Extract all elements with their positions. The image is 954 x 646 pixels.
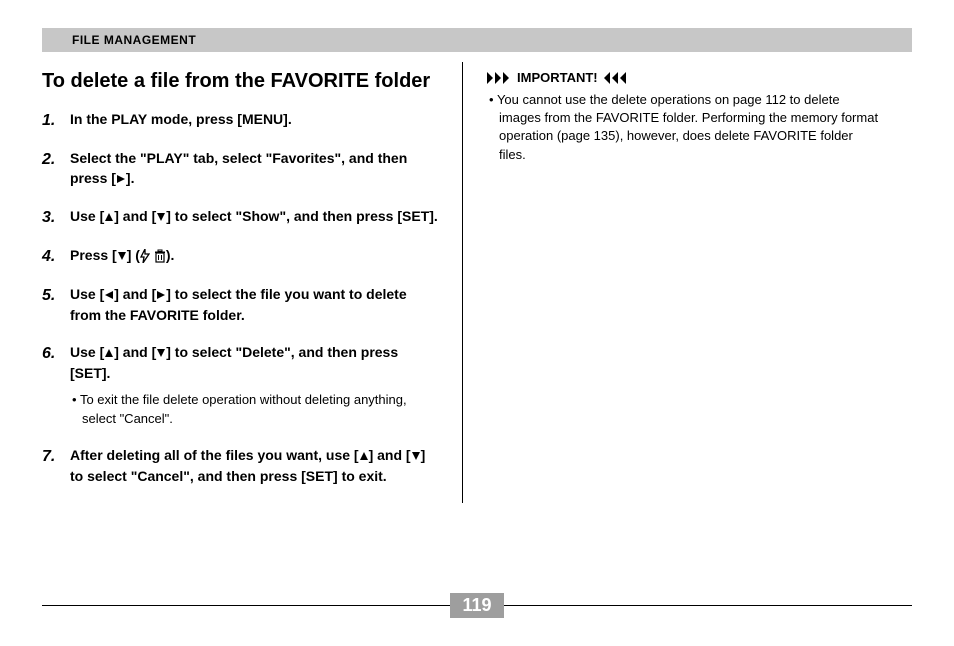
left-column: To delete a file from the FAVORITE folde… bbox=[42, 62, 462, 503]
section-header: FILE MANAGEMENT bbox=[42, 28, 912, 52]
step-item: 5.Use [] and [] to select the file you w… bbox=[42, 284, 440, 326]
step-item: 4.Press [] ( ). bbox=[42, 245, 440, 268]
trash-icon bbox=[154, 246, 166, 266]
step-body: Use [] and [] to select "Delete", and th… bbox=[70, 342, 440, 429]
callout-arrows-left-icon bbox=[604, 72, 628, 84]
step-item: 6.Use [] and [] to select "Delete", and … bbox=[42, 342, 440, 429]
step-number: 7. bbox=[42, 445, 66, 468]
step-item: 7.After deleting all of the files you wa… bbox=[42, 445, 440, 487]
up-triangle-icon bbox=[104, 207, 114, 227]
step-item: 3.Use [] and [] to select "Show", and th… bbox=[42, 206, 440, 229]
step-body: Use [] and [] to select the file you wan… bbox=[70, 284, 440, 326]
page-number: 119 bbox=[450, 593, 503, 618]
step-body: In the PLAY mode, press [MENU]. bbox=[70, 109, 440, 129]
important-callout: IMPORTANT! bbox=[487, 70, 882, 85]
step-number: 1. bbox=[42, 109, 66, 132]
down-triangle-icon bbox=[156, 343, 166, 363]
steps-list: 1.In the PLAY mode, press [MENU].2.Selec… bbox=[42, 109, 440, 487]
step-number: 4. bbox=[42, 245, 66, 268]
content-columns: To delete a file from the FAVORITE folde… bbox=[42, 62, 912, 503]
callout-arrows-right-icon bbox=[487, 72, 511, 84]
step-number: 5. bbox=[42, 284, 66, 307]
step-body: Use [] and [] to select "Show", and then… bbox=[70, 206, 440, 227]
down-triangle-icon bbox=[411, 446, 421, 466]
step-item: 1.In the PLAY mode, press [MENU]. bbox=[42, 109, 440, 132]
footer-rule-left bbox=[42, 605, 450, 606]
down-triangle-icon bbox=[156, 207, 166, 227]
step-subnote: To exit the file delete operation withou… bbox=[70, 391, 440, 429]
right-triangle-icon bbox=[156, 285, 166, 305]
left-triangle-icon bbox=[104, 285, 114, 305]
page-footer: 119 bbox=[0, 593, 954, 618]
flash-icon bbox=[140, 246, 150, 266]
step-body: Press [] ( ). bbox=[70, 245, 440, 266]
step-item: 2.Select the "PLAY" tab, select "Favorit… bbox=[42, 148, 440, 190]
right-column: IMPORTANT! You cannot use the delete ope… bbox=[462, 62, 882, 503]
up-triangle-icon bbox=[104, 343, 114, 363]
step-number: 2. bbox=[42, 148, 66, 171]
footer-rule-right bbox=[504, 605, 912, 606]
right-triangle-icon bbox=[116, 169, 126, 189]
step-body: After deleting all of the files you want… bbox=[70, 445, 440, 487]
important-note: You cannot use the delete operations on … bbox=[499, 91, 882, 164]
important-note-list: You cannot use the delete operations on … bbox=[487, 91, 882, 164]
up-triangle-icon bbox=[359, 446, 369, 466]
important-label: IMPORTANT! bbox=[517, 70, 598, 85]
step-number: 6. bbox=[42, 342, 66, 365]
page-title: To delete a file from the FAVORITE folde… bbox=[42, 68, 440, 95]
step-number: 3. bbox=[42, 206, 66, 229]
step-body: Select the "PLAY" tab, select "Favorites… bbox=[70, 148, 440, 190]
down-triangle-icon bbox=[117, 246, 127, 266]
section-title: FILE MANAGEMENT bbox=[72, 33, 196, 47]
